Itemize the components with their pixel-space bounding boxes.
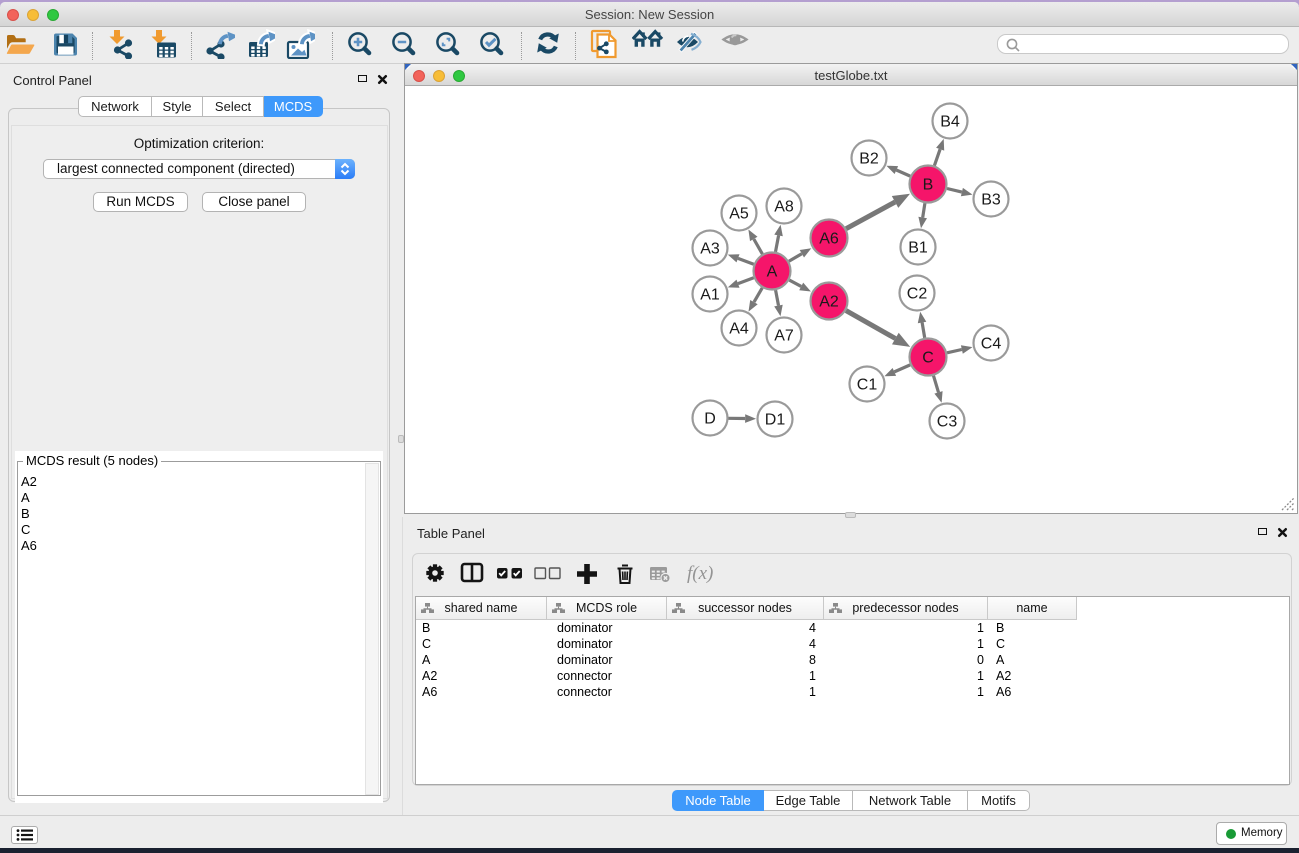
- svg-text:A2: A2: [819, 294, 839, 311]
- svg-text:A7: A7: [774, 328, 794, 345]
- svg-text:A: A: [767, 264, 778, 281]
- svg-text:C4: C4: [981, 336, 1002, 353]
- svg-text:D: D: [704, 411, 716, 428]
- svg-text:B2: B2: [859, 151, 879, 168]
- svg-text:C: C: [922, 350, 934, 367]
- svg-text:C2: C2: [907, 286, 928, 303]
- svg-text:B3: B3: [981, 192, 1001, 209]
- svg-text:D1: D1: [765, 412, 786, 429]
- svg-text:A4: A4: [729, 321, 749, 338]
- svg-text:C3: C3: [937, 414, 958, 431]
- svg-text:B4: B4: [940, 114, 960, 131]
- svg-text:B1: B1: [908, 240, 928, 257]
- svg-text:A6: A6: [819, 231, 839, 248]
- svg-text:A3: A3: [700, 241, 720, 258]
- svg-text:B: B: [923, 177, 934, 194]
- svg-text:A8: A8: [774, 199, 794, 216]
- svg-text:C1: C1: [857, 377, 878, 394]
- svg-text:A1: A1: [700, 287, 720, 304]
- svg-text:A5: A5: [729, 206, 749, 223]
